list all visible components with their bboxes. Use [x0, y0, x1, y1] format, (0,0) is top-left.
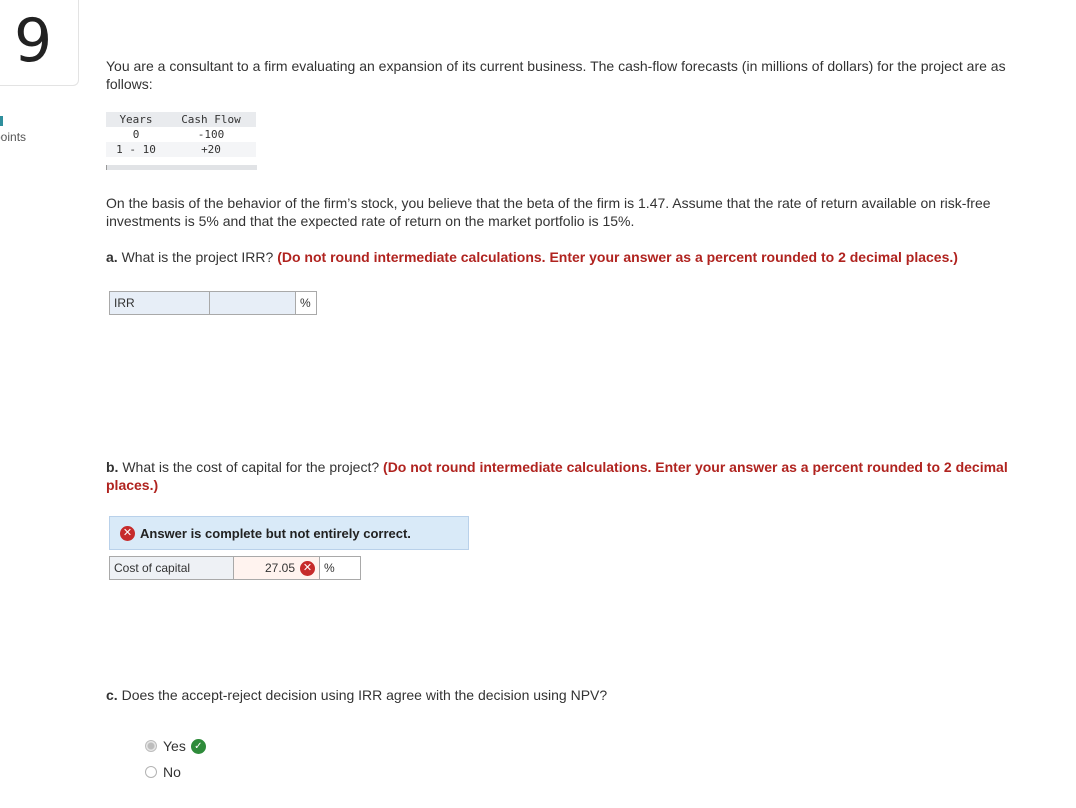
context-text: On the basis of the behavior of the firm… [106, 195, 991, 229]
option-yes-label: Yes [163, 738, 186, 754]
part-c-question: c. Does the accept-reject decision using… [106, 686, 1006, 704]
part-b-question: b. What is the cost of capital for the p… [106, 458, 1046, 494]
column-header-cash-flow: Cash Flow [166, 112, 256, 127]
irr-answer-row: IRR % [109, 291, 317, 315]
intro-text: You are a consultant to a firm evaluatin… [106, 58, 1006, 92]
option-no[interactable]: No [145, 764, 181, 780]
table-scrollbar [106, 165, 257, 170]
points-indicator [0, 116, 3, 126]
part-c-question-text: Does the accept-reject decision using IR… [121, 687, 608, 703]
cell-cash-flow: +20 [166, 142, 256, 157]
part-a-label: a. [106, 249, 118, 265]
table-header-row: Years Cash Flow [106, 112, 256, 127]
part-b-question-text: What is the cost of capital for the proj… [122, 459, 380, 475]
part-c-label: c. [106, 687, 118, 703]
cash-flow-table: Years Cash Flow 0 -100 1 - 10 +20 [106, 112, 256, 157]
part-a-instruction: (Do not round intermediate calculations.… [277, 249, 958, 265]
cost-of-capital-unit: % [320, 557, 360, 579]
cost-of-capital-value: 27.05 [264, 561, 295, 575]
part-b-label: b. [106, 459, 119, 475]
incorrect-icon: ✕ [120, 525, 135, 541]
irr-input[interactable] [210, 292, 296, 314]
incorrect-icon: ✕ [300, 560, 315, 576]
cell-cash-flow: -100 [197, 128, 225, 141]
option-no-label: No [163, 764, 181, 780]
cell-year: 1 - 10 [106, 142, 166, 157]
points-label-wrap: points [0, 130, 40, 144]
answer-status-text: Answer is complete but not entirely corr… [140, 525, 411, 541]
part-a-question-text: What is the project IRR? [121, 249, 274, 265]
cost-of-capital-row: Cost of capital 27.05 ✕ % [109, 556, 361, 580]
cost-of-capital-label: Cost of capital [110, 557, 234, 579]
cell-year: 0 [132, 128, 140, 141]
question-number-panel: 9 [0, 0, 79, 86]
cost-of-capital-input[interactable]: 27.05 ✕ [234, 557, 320, 579]
irr-unit: % [296, 292, 316, 314]
answer-status-banner: ✕ Answer is complete but not entirely co… [109, 516, 469, 550]
table-row: 0 -100 [106, 127, 256, 142]
table-row: 1 - 10 +20 [106, 142, 256, 157]
points-label: points [0, 130, 27, 144]
irr-label: IRR [110, 292, 210, 314]
radio-button-yes[interactable] [145, 740, 157, 752]
question-number: 9 [14, 6, 53, 76]
part-a-question: a. What is the project IRR? (Do not roun… [106, 248, 1056, 266]
radio-button-no[interactable] [145, 766, 157, 778]
column-header-years: Years [106, 112, 166, 127]
correct-icon: ✓ [190, 738, 206, 754]
option-yes[interactable]: Yes ✓ [145, 738, 206, 754]
